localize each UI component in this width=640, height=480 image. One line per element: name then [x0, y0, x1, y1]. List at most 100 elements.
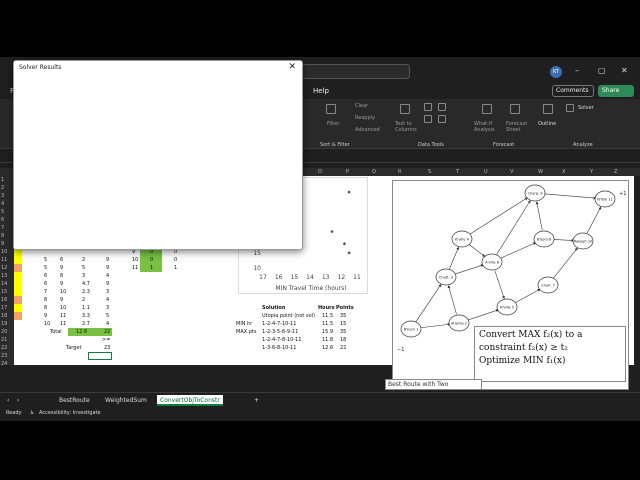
callout-box[interactable]: Convert MAX f₂(x) to a constraint f₂(x) …	[474, 326, 626, 382]
table-cell[interactable]: 1	[174, 264, 177, 272]
table-cell[interactable]: 2.7	[82, 320, 90, 328]
table-cell[interactable]: 9	[106, 264, 109, 272]
table-cell[interactable]: 5	[44, 256, 47, 264]
solution-cell[interactable]: 12.6	[322, 344, 333, 352]
table-cell[interactable]: 9	[106, 256, 109, 264]
table-cell[interactable]: 9	[44, 312, 47, 320]
remove-duplicates-icon[interactable]	[424, 115, 432, 123]
filter-label[interactable]: Filter	[327, 121, 339, 127]
scatter-point[interactable]	[330, 230, 334, 233]
row-header[interactable]: 3	[1, 192, 13, 200]
table-cell[interactable]: 8	[44, 296, 47, 304]
outline-icon[interactable]	[543, 104, 553, 114]
table-cell[interactable]: 11	[132, 264, 138, 272]
solution-cell[interactable]: 11.5	[322, 312, 333, 320]
scatter-point[interactable]	[347, 190, 351, 194]
column-header[interactable]: T	[456, 168, 459, 176]
column-header[interactable]: Q	[372, 168, 376, 176]
solution-cell[interactable]: MAX pts	[236, 328, 257, 336]
row-header[interactable]: 4	[1, 200, 13, 208]
row-header[interactable]: 2	[1, 184, 13, 192]
next-sheet-icon[interactable]: ›	[14, 395, 22, 406]
column-header[interactable]: W	[538, 168, 543, 176]
solution-cell[interactable]: 15	[340, 320, 346, 328]
table-cell[interactable]: 4.7	[82, 280, 90, 288]
table-cell[interactable]: 4	[106, 320, 109, 328]
minimize-icon[interactable]: –	[575, 66, 579, 75]
column-header[interactable]: Z	[614, 168, 617, 176]
table-cell[interactable]: 0	[150, 256, 153, 264]
solution-cell[interactable]: 11.5	[322, 320, 333, 328]
row-header[interactable]: 9	[1, 240, 13, 248]
row-header[interactable]: 17	[1, 304, 13, 312]
row-header[interactable]: 19	[1, 320, 13, 328]
column-header[interactable]: P	[346, 168, 349, 176]
solution-cell[interactable]: MIN hr	[236, 320, 252, 328]
row-header[interactable]: 24	[1, 360, 13, 368]
row-header[interactable]: 16	[1, 296, 13, 304]
filter-icon[interactable]	[326, 104, 336, 114]
solution-cell[interactable]: 1-2-4-7-10-11	[262, 320, 296, 328]
column-header[interactable]: S	[428, 168, 431, 176]
column-header[interactable]: X	[562, 168, 565, 176]
solution-cell[interactable]: Utopia point (not sol)	[262, 312, 315, 320]
row-header[interactable]: 6	[1, 216, 13, 224]
selected-cell[interactable]	[88, 352, 112, 360]
solution-cell[interactable]: 1-2-4-7-8-10-11	[262, 336, 301, 344]
tab-bestroute[interactable]: BestRoute	[56, 395, 93, 406]
table-cell[interactable]: 4	[106, 272, 109, 280]
tab-convertobjtoconstr[interactable]: ConvertObjToConstr	[157, 395, 223, 406]
table-cell[interactable]: 1	[150, 264, 153, 272]
solution-cell[interactable]: 35	[340, 328, 346, 336]
solution-cell[interactable]: 1-2-3-5-6-9-11	[262, 328, 298, 336]
row-header[interactable]: 18	[1, 312, 13, 320]
table-cell[interactable]: 11	[60, 320, 66, 328]
table-cell[interactable]: 3	[106, 288, 109, 296]
solver-label[interactable]: Solver	[578, 105, 594, 111]
column-header[interactable]: O	[318, 168, 322, 176]
flash-fill-icon[interactable]	[424, 103, 432, 111]
diagram-caption[interactable]: Best Route with Two Objectives	[385, 379, 482, 397]
row-header[interactable]: 23	[1, 352, 13, 360]
solution-cell[interactable]: 18	[340, 336, 346, 344]
solver-results-dialog[interactable]: Solver Results ✕	[13, 60, 303, 250]
column-header[interactable]: U	[484, 168, 488, 176]
prev-sheet-icon[interactable]: ‹	[4, 395, 12, 406]
table-cell[interactable]: 10	[132, 256, 138, 264]
scatter-point[interactable]	[347, 251, 351, 255]
solution-cell[interactable]: 22	[340, 344, 346, 352]
table-cell[interactable]: 6	[60, 256, 63, 264]
solution-cell[interactable]: 11.8	[322, 336, 333, 344]
row-header[interactable]: 20	[1, 328, 13, 336]
reapply-label[interactable]: Reapply	[355, 115, 375, 121]
dialog-close-icon[interactable]: ✕	[288, 62, 296, 72]
row-header[interactable]: 7	[1, 224, 13, 232]
scatter-point[interactable]	[343, 242, 346, 246]
table-cell[interactable]: 7	[44, 288, 47, 296]
table-cell[interactable]: 3.3	[82, 312, 90, 320]
text-to-columns-icon[interactable]	[400, 104, 410, 114]
row-header[interactable]: 22	[1, 344, 13, 352]
close-icon[interactable]: ✕	[621, 66, 628, 75]
table-cell[interactable]: 3	[106, 304, 109, 312]
column-header[interactable]: V	[510, 168, 513, 176]
advanced-label[interactable]: Advanced	[355, 127, 380, 133]
table-cell[interactable]: 1.1	[82, 304, 90, 312]
table-cell[interactable]: 2.3	[82, 288, 90, 296]
what-if-label[interactable]: What-If Analysis	[474, 121, 500, 133]
solution-cell[interactable]: 35	[340, 312, 346, 320]
outline-label[interactable]: Outline	[538, 121, 556, 127]
table-cell[interactable]: 9	[60, 280, 63, 288]
table-cell[interactable]: 6	[44, 272, 47, 280]
consolidate-icon[interactable]	[438, 103, 446, 111]
share-button[interactable]: Share	[598, 85, 634, 97]
what-if-icon[interactable]	[482, 104, 492, 114]
table-cell[interactable]: 2	[82, 296, 85, 304]
row-header[interactable]: 5	[1, 208, 13, 216]
accessibility-icon[interactable]: ♿	[30, 410, 34, 416]
row-header[interactable]: 21	[1, 336, 13, 344]
row-header[interactable]: 14	[1, 280, 13, 288]
table-cell[interactable]: 8	[60, 272, 63, 280]
row-header[interactable]: 12	[1, 264, 13, 272]
table-cell[interactable]: 10	[60, 304, 66, 312]
